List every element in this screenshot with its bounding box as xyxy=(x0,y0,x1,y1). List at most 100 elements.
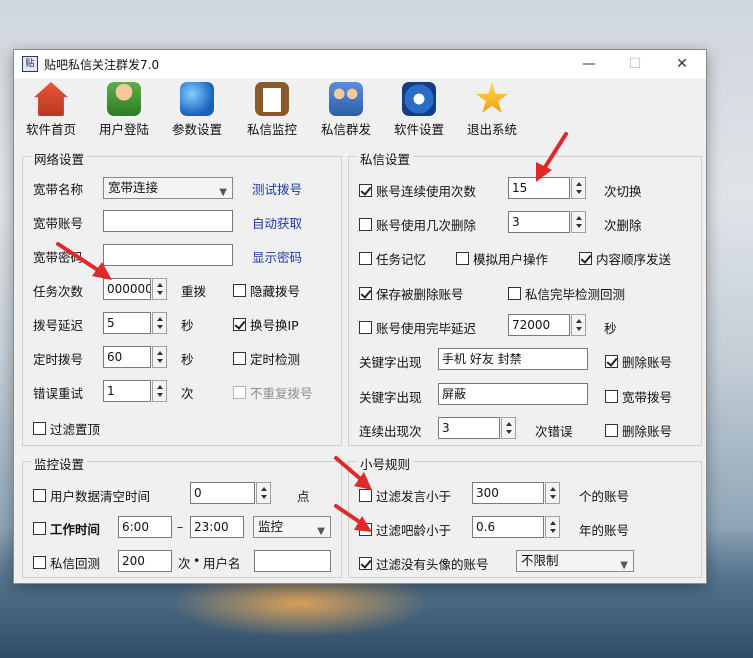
broadband-dial-checkbox[interactable]: 宽带拨号 xyxy=(605,387,672,406)
task-count-input[interactable]: 000000 xyxy=(103,278,151,300)
password-label: 宽带密码 xyxy=(33,250,84,265)
posts-input[interactable]: 300 xyxy=(472,482,544,504)
clipboard-icon xyxy=(255,82,289,116)
username-input[interactable] xyxy=(254,550,331,572)
filter-age-checkbox[interactable]: 过滤吧龄小于 xyxy=(359,520,451,539)
clear-time-input[interactable]: 0 xyxy=(190,482,255,504)
checkbox-box xyxy=(605,355,618,368)
toolbar-settings-button[interactable]: 软件设置 xyxy=(383,82,455,138)
minimize-button[interactable]: — xyxy=(566,50,612,78)
task-memory-checkbox[interactable]: 任务记忆 xyxy=(359,249,426,268)
account-use-checkbox[interactable]: 账号连续使用次数 xyxy=(359,181,476,200)
globe-icon xyxy=(180,82,214,116)
star-icon xyxy=(475,82,509,113)
delay-after-checkbox[interactable]: 账号使用完毕延迟 xyxy=(359,318,476,337)
consecutive-label: 连续出现次 xyxy=(359,424,422,439)
pm-settings-group: 私信设置 账号连续使用次数 15 次切换 账号使用几次删除 3 次删除 任务记忆… xyxy=(348,149,702,446)
filter-posts-checkbox[interactable]: 过滤发言小于 xyxy=(359,486,451,505)
bullet-separator: • xyxy=(193,553,201,568)
checkbox-label: 过滤发言小于 xyxy=(376,489,452,504)
posts-spinner[interactable] xyxy=(545,482,560,504)
keyword2-label: 关键字出现 xyxy=(359,390,422,405)
account-input[interactable] xyxy=(103,210,233,232)
toolbar-monitor-button[interactable]: 私信监控 xyxy=(236,82,308,138)
monitor-settings-group: 监控设置 用户数据清空时间 0 点 工作时间 6:00 – 23:00 监控 ▼… xyxy=(22,454,342,578)
password-input[interactable] xyxy=(103,244,233,266)
work-time-checkbox[interactable]: 工作时间 xyxy=(33,519,100,538)
save-deleted-checkbox[interactable]: 保存被删除账号 xyxy=(359,284,464,303)
hide-dial-checkbox[interactable]: 隐藏拨号 xyxy=(233,281,300,300)
checkbox-box xyxy=(359,489,372,502)
group-title: 私信设置 xyxy=(357,149,414,168)
age-input[interactable]: 0.6 xyxy=(472,516,544,538)
timed-dial-spinner[interactable] xyxy=(152,346,167,368)
checkbox-label: 宽带拨号 xyxy=(622,390,673,405)
delete-after-checkbox[interactable]: 账号使用几次删除 xyxy=(359,215,476,234)
work-end-input[interactable]: 23:00 xyxy=(190,516,244,538)
delete-account1-checkbox[interactable]: 删除账号 xyxy=(605,352,672,371)
change-ip-checkbox[interactable]: 换号换IP xyxy=(233,315,299,334)
avatar-mode-select[interactable]: 不限制 ▼ xyxy=(516,550,634,572)
checkbox-label: 换号换IP xyxy=(250,318,299,333)
consecutive-spinner[interactable] xyxy=(501,417,516,439)
pm-reply-input[interactable]: 200 xyxy=(118,550,172,572)
auto-fetch-link[interactable]: 自动获取 xyxy=(252,213,302,232)
checkbox-label: 私信回测 xyxy=(50,556,101,571)
delete-after-input[interactable]: 3 xyxy=(508,211,570,233)
toolbar-home-button[interactable]: 软件首页 xyxy=(15,82,87,138)
mode-select[interactable]: 监控 ▼ xyxy=(253,516,331,538)
checkbox-box xyxy=(359,287,372,300)
account-use-spinner[interactable] xyxy=(571,177,586,199)
clear-time-checkbox[interactable]: 用户数据清空时间 xyxy=(33,486,150,505)
keyword1-input[interactable]: 手机 好友 封禁 xyxy=(438,348,588,370)
task-count-spinner[interactable] xyxy=(152,278,167,300)
dial-delay-spinner[interactable] xyxy=(152,312,167,334)
group-title: 监控设置 xyxy=(31,454,88,473)
delay-input[interactable]: 72000 xyxy=(508,314,570,336)
dial-delay-input[interactable]: 5 xyxy=(103,312,151,334)
pm-done-check-checkbox[interactable]: 私信完毕检测回测 xyxy=(508,284,625,303)
toolbar-label: 私信监控 xyxy=(246,122,297,137)
username-label: 用户名 xyxy=(203,556,241,571)
timed-check-checkbox[interactable]: 定时检测 xyxy=(233,349,300,368)
test-dial-link[interactable]: 测试拨号 xyxy=(252,179,302,198)
toolbar-params-button[interactable]: 参数设置 xyxy=(161,82,233,138)
select-value: 监控 xyxy=(258,519,284,534)
delete-account2-checkbox[interactable]: 删除账号 xyxy=(605,421,672,440)
checkbox-label: 隐藏拨号 xyxy=(250,284,301,299)
work-start-input[interactable]: 6:00 xyxy=(118,516,172,538)
filter-top-checkbox[interactable]: 过滤置顶 xyxy=(33,419,100,438)
show-password-link[interactable]: 显示密码 xyxy=(252,247,302,266)
account-use-input[interactable]: 15 xyxy=(508,177,570,199)
no-repeat-dial-checkbox[interactable]: 不重复拨号 xyxy=(233,383,313,402)
toolbar: 软件首页 用户登陆 参数设置 私信监控 私信群发 软件设置 退出系统 xyxy=(14,80,706,140)
group-title: 网络设置 xyxy=(31,149,88,168)
filter-avatar-checkbox[interactable]: 过滤没有头像的账号 xyxy=(359,554,489,573)
checkbox-label: 内容顺序发送 xyxy=(596,252,672,267)
retry-spinner[interactable] xyxy=(152,380,167,402)
retry-input[interactable]: 1 xyxy=(103,380,151,402)
checkbox-label: 任务记忆 xyxy=(376,252,427,267)
delete-after-spinner[interactable] xyxy=(571,211,586,233)
simulate-user-checkbox[interactable]: 模拟用户操作 xyxy=(456,249,548,268)
clear-time-spinner[interactable] xyxy=(256,482,271,504)
delay-spinner[interactable] xyxy=(571,314,586,336)
age-spinner[interactable] xyxy=(545,516,560,538)
pm-reply-checkbox[interactable]: 私信回测 xyxy=(33,553,100,572)
close-button[interactable]: ✕ xyxy=(659,50,705,78)
timed-dial-input[interactable]: 60 xyxy=(103,346,151,368)
maximize-button[interactable]: ☐ xyxy=(612,50,658,78)
toolbar-label: 软件设置 xyxy=(393,122,444,137)
toolbar-mass-pm-button[interactable]: 私信群发 xyxy=(310,82,382,138)
checkbox-box xyxy=(508,287,521,300)
consecutive-input[interactable]: 3 xyxy=(438,417,500,439)
content-order-checkbox[interactable]: 内容顺序发送 xyxy=(579,249,671,268)
toolbar-login-button[interactable]: 用户登陆 xyxy=(88,82,160,138)
checkbox-box xyxy=(456,252,469,265)
toolbar-exit-button[interactable]: 退出系统 xyxy=(456,82,528,138)
broadband-name-select[interactable]: 宽带连接 ▼ xyxy=(103,177,233,199)
checkbox-label: 定时检测 xyxy=(250,352,301,367)
keyword2-input[interactable]: 屏蔽 xyxy=(438,383,588,405)
checkbox-label: 过滤吧龄小于 xyxy=(376,523,452,538)
checkbox-box xyxy=(33,522,46,535)
